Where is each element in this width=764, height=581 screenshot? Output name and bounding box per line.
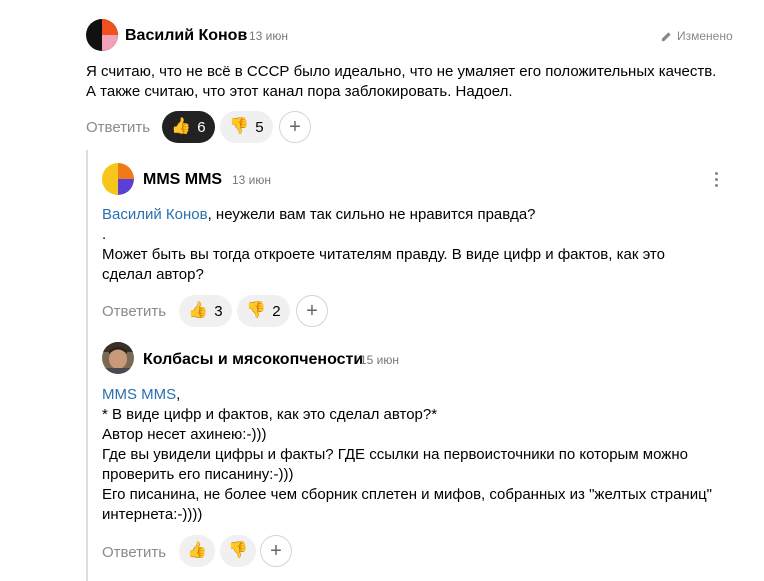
edited-label: Изменено [677, 29, 733, 43]
reply-button[interactable]: Ответить [102, 303, 166, 320]
reply-button[interactable]: Ответить [102, 544, 166, 561]
like-button[interactable]: 👍 [179, 535, 215, 567]
mention-suffix: , [176, 386, 181, 403]
dislike-count: 2 [272, 302, 281, 320]
thumbs-up-icon: 👍 [171, 118, 192, 135]
comment-line: Я считаю, что не всё в СССР было идеальн… [86, 63, 717, 80]
comment-date: 13 июн [232, 173, 272, 187]
dislike-count: 5 [255, 118, 264, 136]
reply-button[interactable]: Ответить [86, 119, 150, 136]
add-reaction-button[interactable]: + [260, 535, 292, 567]
comment-author[interactable]: Колбасы и мясокопчености [143, 351, 363, 369]
like-button[interactable]: 👍 3 [179, 295, 232, 327]
thumbs-down-icon: 👎 [228, 542, 248, 559]
thread-line [86, 150, 88, 581]
thumbs-down-icon: 👎 [246, 302, 267, 319]
plus-icon: + [270, 539, 282, 562]
comment-line: А также считаю, что этот канал пора забл… [86, 83, 513, 100]
comment-date: 13 июн [249, 29, 289, 43]
thumbs-up-icon: 👍 [188, 302, 209, 319]
thumbs-up-icon: 👍 [187, 542, 207, 559]
comment-line: проверить его писанину:-))) [102, 466, 294, 483]
avatar[interactable] [86, 19, 118, 51]
pencil-icon [661, 31, 671, 41]
mention-link[interactable]: MMS MMS [102, 386, 176, 403]
avatar[interactable] [102, 163, 134, 195]
like-count: 6 [197, 118, 206, 136]
comment-line: Василий Конов, неужели вам так сильно не… [102, 205, 742, 225]
add-reaction-button[interactable]: + [279, 111, 311, 143]
kebab-menu-icon[interactable] [708, 172, 724, 188]
dislike-button[interactable]: 👎 [220, 535, 256, 567]
add-reaction-button[interactable]: + [296, 295, 328, 327]
mention-link[interactable]: Василий Конов [102, 206, 208, 223]
comment-line: сделал автор? [102, 266, 204, 283]
comment-text: Я считаю, что не всё в СССР было идеальн… [86, 62, 746, 102]
comment-line-rest: , неужели вам так сильно не нравится пра… [207, 206, 536, 223]
comment-line: Где вы увидели цифры и факты? ГДЕ ссылки… [102, 446, 688, 463]
dislike-button[interactable]: 👎 5 [220, 111, 273, 143]
comment-line: . [102, 226, 107, 243]
like-count: 3 [214, 302, 223, 320]
edited-indicator: Изменено [661, 29, 733, 43]
comment-line: * В виде цифр и фактов, как это сделал а… [102, 406, 438, 423]
comment-text: MMS MMS, * В виде цифр и фактов, как это… [102, 385, 752, 525]
thumbs-down-icon: 👎 [229, 118, 250, 135]
plus-icon: + [289, 115, 301, 138]
comment-date: 15 июн [360, 353, 400, 367]
comment-line: Может быть вы тогда откроете читателям п… [102, 246, 665, 263]
plus-icon: + [306, 299, 318, 322]
comment-line: Автор несет ахинею:-))) [102, 426, 267, 443]
comment-text: Василий Конов, неужели вам так сильно не… [102, 205, 742, 285]
comment-line: Его писанина, не более чем сборник сплет… [102, 486, 713, 503]
dislike-button[interactable]: 👎 2 [237, 295, 290, 327]
avatar[interactable] [102, 342, 134, 374]
comment-author[interactable]: Василий Конов [125, 27, 247, 45]
comment-line: интернета:-)))) [102, 506, 203, 523]
comment-author[interactable]: MMS MMS [143, 171, 222, 189]
comment-line: MMS MMS, [102, 385, 752, 405]
like-button[interactable]: 👍 6 [162, 111, 215, 143]
